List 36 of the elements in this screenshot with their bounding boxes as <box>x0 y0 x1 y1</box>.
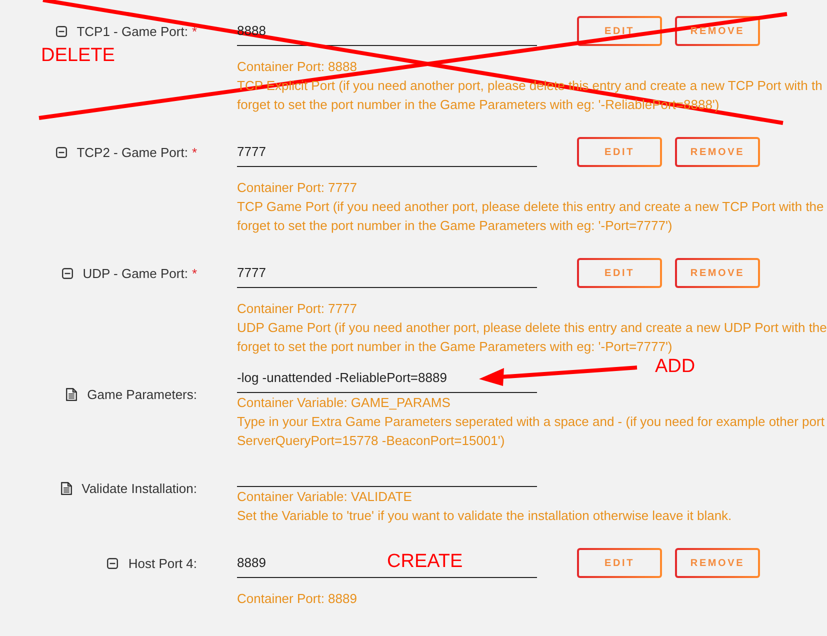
required-mark: * <box>192 24 197 38</box>
field-label: TCP2 - Game Port: <box>76 144 188 160</box>
field-label: Validate Installation: <box>82 480 197 496</box>
field-description: UDP Game Port (if you need another port, please delete this entry and create a new UDP Port with the forget to set the port number in the Game Parameters with eg: '-Port=7777') <box>237 319 827 356</box>
field-description: TCP Game Port (if you need another port, please delete this entry and create a new TCP Port with the forget to set the port number in the Game Parameters with eg: '-Port=7777') <box>237 198 825 235</box>
container-note: Container Variable: GAME_PARAMS <box>237 394 452 412</box>
minus-square-icon[interactable] <box>62 268 73 278</box>
minus-square-icon[interactable] <box>107 558 118 568</box>
required-mark: * <box>192 144 197 160</box>
field-description: Set the Variable to 'true' if you want to validate the installation otherwise leave it blank. <box>237 507 733 525</box>
text-field[interactable]: 7777 <box>237 137 537 167</box>
field-label: Host Port 4: <box>128 556 197 570</box>
action-button[interactable]: REMOVE <box>675 137 760 167</box>
action-button[interactable]: EDIT <box>577 137 662 167</box>
field-label: TCP1 - Game Port: <box>76 24 188 38</box>
minus-square-icon[interactable] <box>56 26 67 36</box>
action-button[interactable]: EDIT <box>577 548 662 578</box>
minus-square-icon[interactable] <box>56 146 67 158</box>
action-button[interactable]: REMOVE <box>675 258 760 288</box>
text-field[interactable]: 7777 <box>237 258 537 288</box>
required-mark: * <box>192 266 197 280</box>
container-note: Container Variable: VALIDATE <box>237 488 413 506</box>
document-icon <box>60 482 72 494</box>
field-label: Game Parameters: <box>87 386 197 402</box>
container-note: Container Port: 7777 <box>237 300 358 318</box>
field-description: Type in your Extra Game Parameters seperated with a space and - (if you need for example other port ServerQueryPort=15778 -BeaconPort=15001') <box>237 413 826 450</box>
annotation-label: CREATE <box>387 552 463 572</box>
container-note: Container Port: 7777 <box>237 179 358 197</box>
field-label: UDP - Game Port: <box>82 266 188 280</box>
document-icon <box>66 388 78 400</box>
container-note: Container Port: 8889 <box>237 590 358 608</box>
annotation-label: DELETE <box>41 46 115 66</box>
container-note: Container Port: 8888 <box>237 58 358 76</box>
action-button[interactable]: EDIT <box>577 258 662 288</box>
action-button[interactable]: REMOVE <box>675 548 760 578</box>
annotation-label: ADD <box>655 357 696 377</box>
